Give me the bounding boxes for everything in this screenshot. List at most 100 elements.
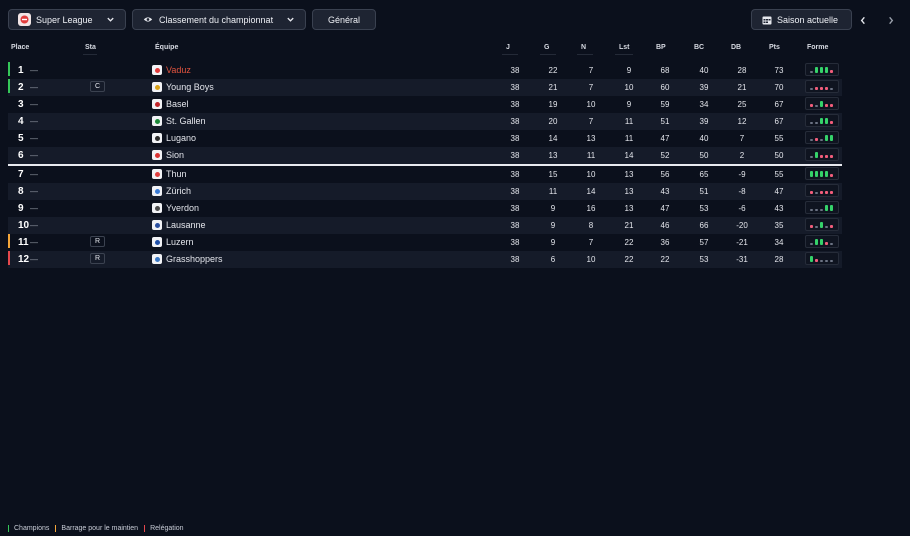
- stat-bp: 43: [660, 187, 670, 196]
- stat-db: 12: [737, 117, 747, 126]
- team-name[interactable]: Young Boys: [166, 79, 214, 96]
- place-number: 10: [18, 220, 30, 231]
- table-header: Place Sta Équipe J G N Lst BP BC DB Pts …: [0, 40, 910, 60]
- team-crest-icon: [152, 65, 162, 75]
- table-row[interactable]: 3 — Basel 38 19 10 9 59 34 25 67: [8, 96, 842, 113]
- crest-mark: [154, 239, 160, 245]
- stat-n: 7: [588, 117, 594, 126]
- movement-indicator: —: [30, 170, 38, 179]
- form-bar: [825, 104, 828, 107]
- crest-mark: [154, 84, 160, 90]
- stat-bc: 53: [699, 204, 709, 213]
- team-name[interactable]: Luzern: [166, 234, 194, 251]
- stat-db: -20: [736, 221, 748, 230]
- form-bar: [810, 256, 813, 262]
- stat-lst: 11: [624, 134, 634, 143]
- stat-lst: 13: [624, 187, 634, 196]
- team-name[interactable]: St. Gallen: [166, 113, 206, 130]
- stat-bc: 50: [699, 151, 709, 160]
- stat-j: 38: [510, 238, 520, 247]
- table-row[interactable]: 4 — St. Gallen 38 20 7 11 51 39 12 67: [8, 113, 842, 130]
- team-name[interactable]: Sion: [166, 147, 184, 164]
- team-name[interactable]: Zürich: [166, 183, 191, 200]
- form-indicator: [805, 167, 839, 180]
- header-form: Forme: [807, 44, 829, 51]
- form-bar: [810, 209, 813, 211]
- scope-button[interactable]: Général: [312, 9, 376, 30]
- legend-label: Relégation: [150, 525, 184, 532]
- table-row[interactable]: 8 — Zürich 38 11 14 13 43 51 -8 47: [8, 183, 842, 200]
- team-name[interactable]: Basel: [166, 96, 189, 113]
- toolbar: Super League Classement du championnat G…: [8, 9, 902, 32]
- table-row[interactable]: 1 — Vaduz 38 22 7 9 68 40 28 73: [8, 62, 842, 79]
- form-bar: [825, 67, 828, 73]
- form-bar: [810, 156, 813, 158]
- stat-bp: 59: [660, 100, 670, 109]
- view-select[interactable]: Classement du championnat: [132, 9, 306, 30]
- place-number: 3: [18, 99, 24, 110]
- table-row[interactable]: 2 — C Young Boys 38 21 7 10 60 39 21 70: [8, 79, 842, 96]
- status-badge: C: [90, 81, 105, 92]
- stat-bp: 47: [660, 204, 670, 213]
- calendar-icon: [762, 16, 772, 24]
- place-number: 6: [18, 150, 24, 161]
- header-status: Sta: [85, 44, 96, 51]
- team-name[interactable]: Lugano: [166, 130, 196, 147]
- chevron-left-icon[interactable]: [856, 13, 870, 27]
- stat-db: -31: [736, 255, 748, 264]
- stat-bc: 34: [699, 100, 709, 109]
- team-name[interactable]: Vaduz: [166, 62, 191, 79]
- team-name[interactable]: Grasshoppers: [166, 251, 223, 268]
- qualification-marker: [8, 79, 10, 93]
- table-row[interactable]: 9 — Yverdon 38 9 16 13 47 53 -6 43: [8, 200, 842, 217]
- stat-pts: 28: [774, 255, 784, 264]
- table-row[interactable]: 10— Lausanne 38 9 8 21 46 66 -20 35: [8, 217, 842, 234]
- form-indicator: [805, 131, 839, 144]
- season-button[interactable]: Saison actuelle: [751, 9, 852, 30]
- form-indicator: [805, 80, 839, 93]
- form-bar: [820, 67, 823, 73]
- table-row[interactable]: 11— R Luzern 38 9 7 22 36 57 -21 34: [8, 234, 842, 251]
- header-place: Place: [11, 44, 30, 51]
- form-bar: [830, 121, 833, 124]
- form-indicator: [805, 201, 839, 214]
- form-bar: [815, 259, 818, 262]
- stat-n: 10: [586, 255, 596, 264]
- form-bar: [815, 105, 818, 107]
- form-indicator: [805, 114, 839, 127]
- league-select[interactable]: Super League: [8, 9, 126, 30]
- chevron-right-icon[interactable]: [884, 13, 898, 27]
- team-name[interactable]: Lausanne: [166, 217, 206, 234]
- table-row[interactable]: 12— R Grasshoppers 38 6 10 22 22 53 -31 28: [8, 251, 842, 268]
- stat-g: 13: [548, 151, 558, 160]
- stat-n: 13: [586, 134, 596, 143]
- stat-j: 38: [510, 117, 520, 126]
- team-crest-icon: [152, 99, 162, 109]
- crest-mark: [154, 118, 160, 124]
- form-bar: [825, 135, 828, 141]
- table-row[interactable]: 6 — Sion 38 13 11 14 52 50 2 50: [8, 147, 842, 166]
- stat-j: 38: [510, 170, 520, 179]
- movement-indicator: —: [30, 134, 38, 143]
- form-bar: [815, 152, 818, 158]
- header-underline: [615, 54, 633, 55]
- header-won: G: [544, 44, 550, 51]
- crest-mark: [154, 171, 160, 177]
- team-name[interactable]: Yverdon: [166, 200, 199, 217]
- stat-n: 10: [586, 170, 596, 179]
- table-row[interactable]: 7 — Thun 38 15 10 13 56 65 -9 55: [8, 166, 842, 183]
- table-row[interactable]: 5 — Lugano 38 14 13 11 47 40 7 55: [8, 130, 842, 147]
- team-name[interactable]: Thun: [166, 166, 187, 183]
- stat-db: 7: [739, 134, 745, 143]
- stat-bp: 36: [660, 238, 670, 247]
- stat-g: 9: [550, 238, 556, 247]
- place-number: 11: [18, 237, 29, 248]
- stat-g: 15: [548, 170, 558, 179]
- form-indicator: [805, 252, 839, 265]
- form-bar: [830, 155, 833, 158]
- stat-bc: 57: [699, 238, 709, 247]
- form-bar: [820, 239, 823, 245]
- form-bar: [815, 171, 818, 177]
- stat-lst: 9: [626, 100, 632, 109]
- header-underline: [83, 54, 97, 55]
